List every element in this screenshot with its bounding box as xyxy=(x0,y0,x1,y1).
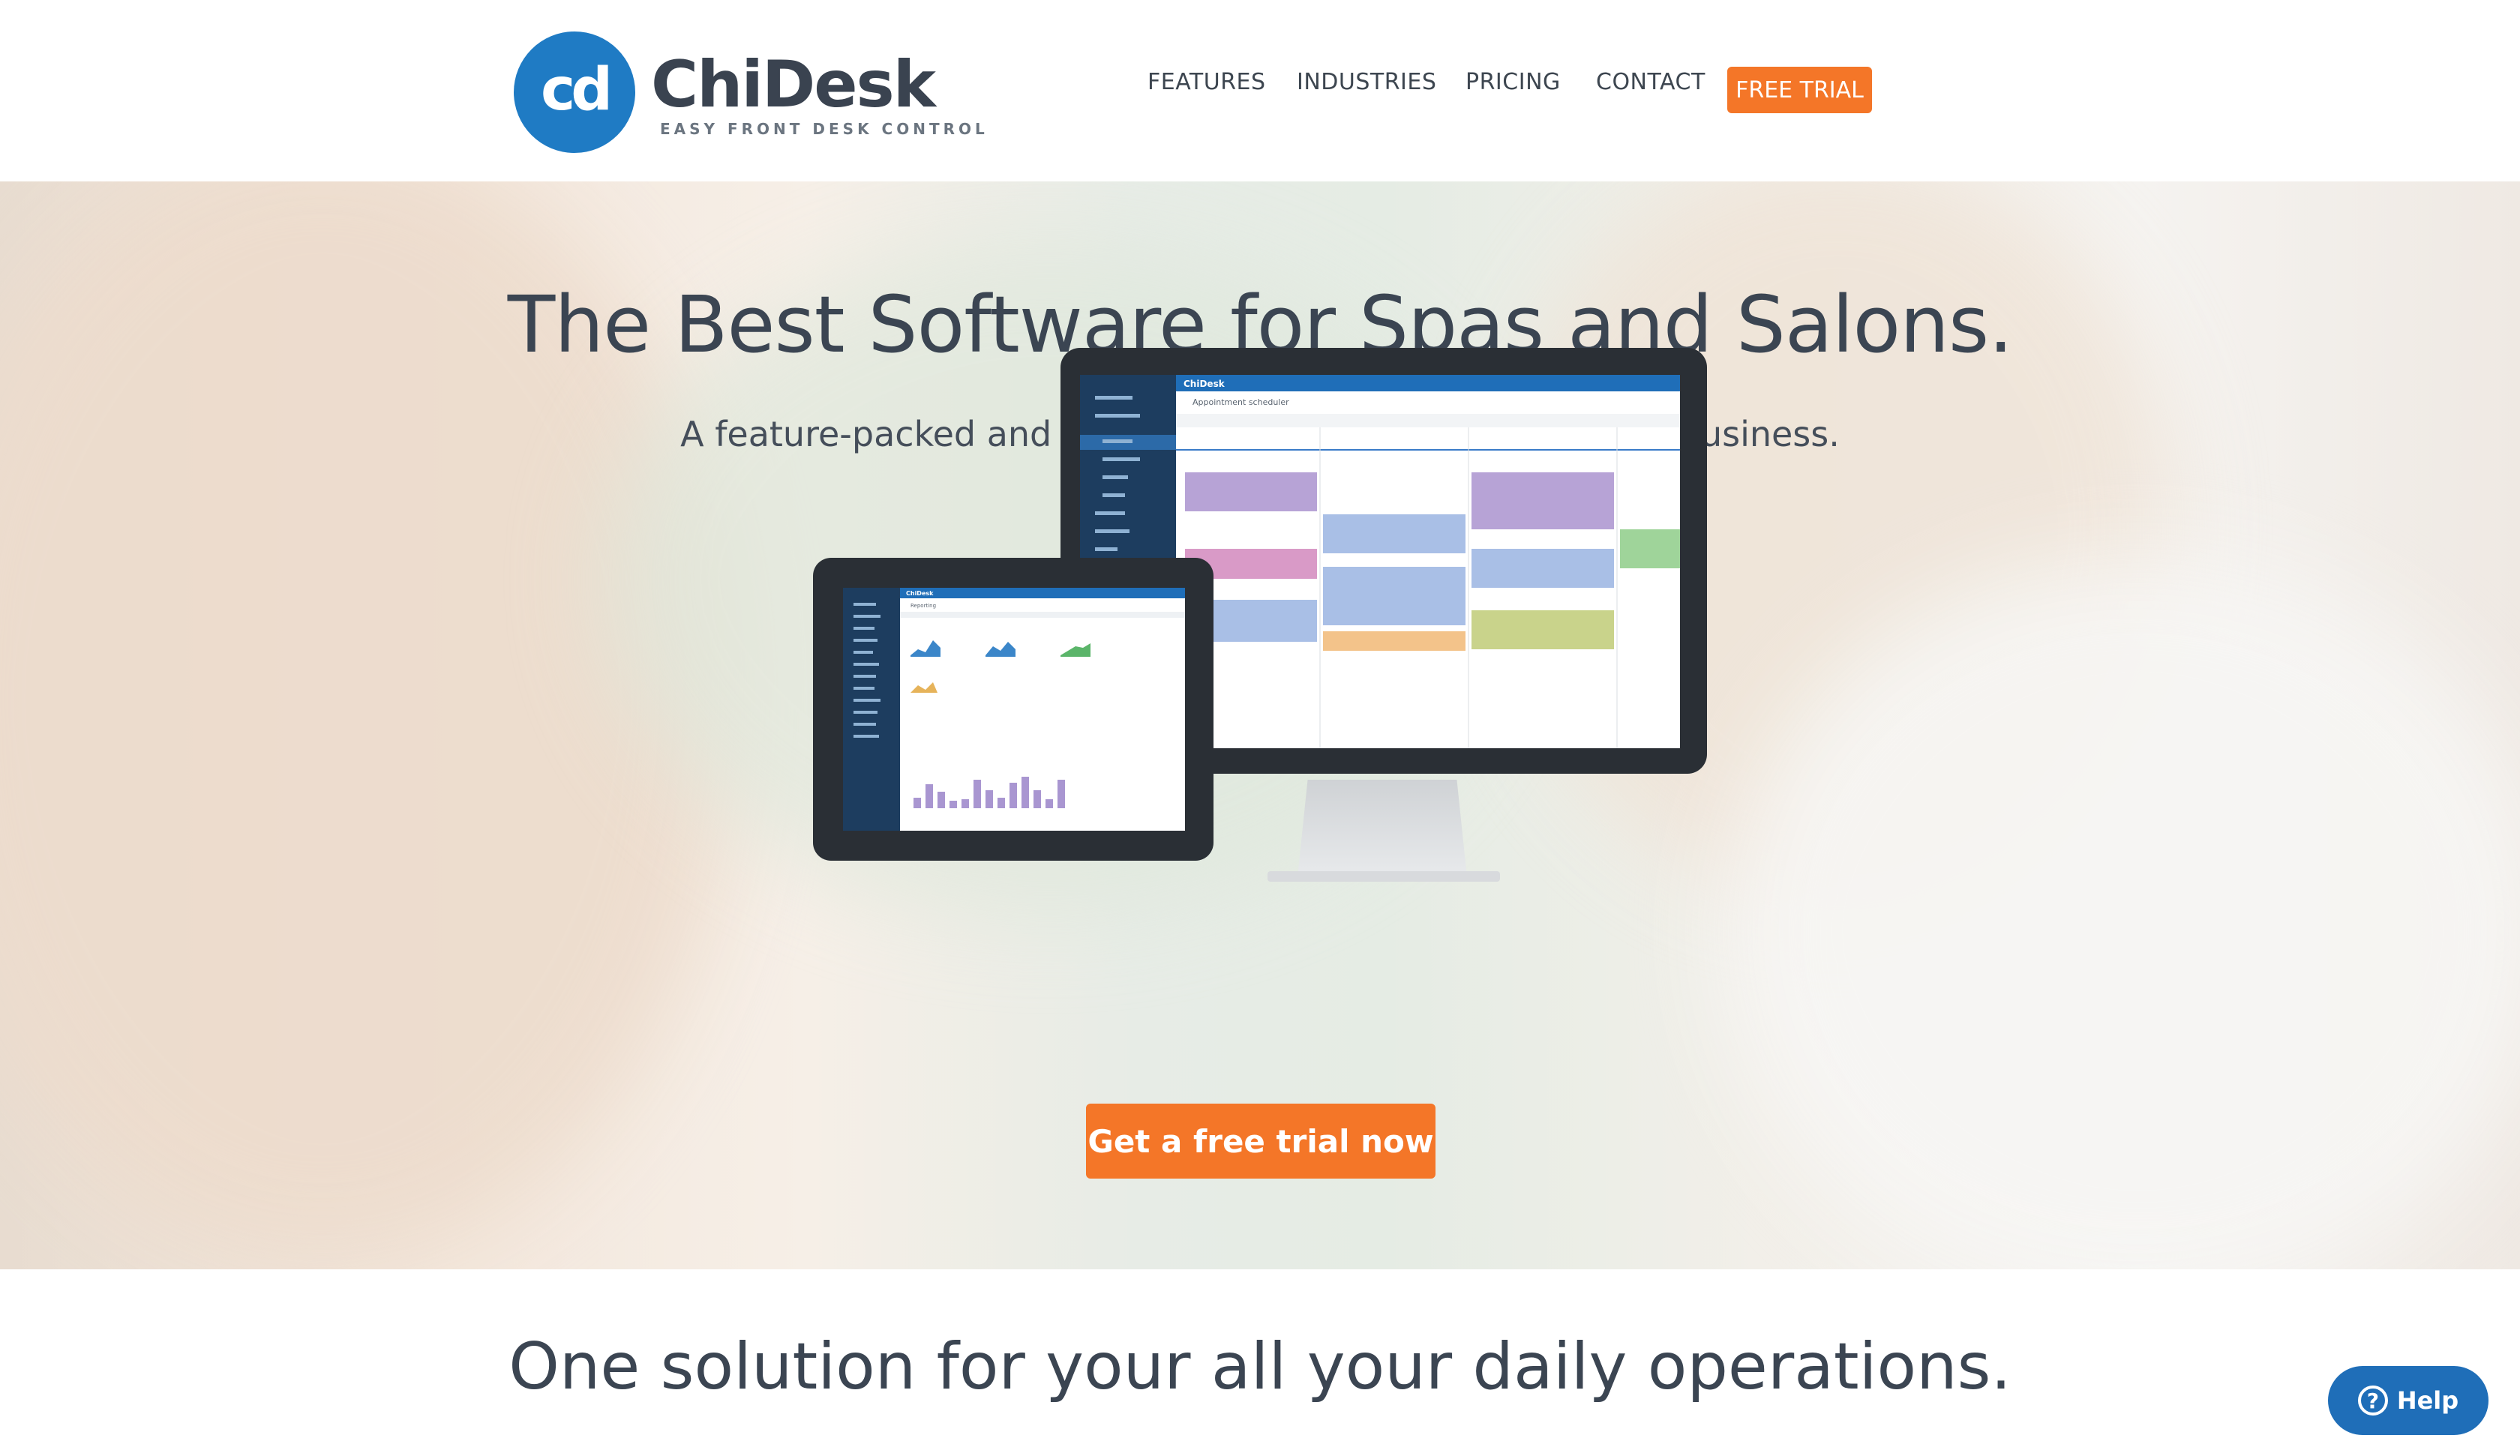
features-section: One solution for your all your daily ope… xyxy=(0,1269,2520,1456)
help-label: Help xyxy=(2396,1386,2459,1415)
nav-contact[interactable]: CONTACT xyxy=(1596,69,1706,95)
nav-industries[interactable]: INDUSTRIES xyxy=(1297,69,1436,95)
question-icon: ? xyxy=(2357,1386,2388,1416)
tablet-app-title: ChiDesk xyxy=(906,590,934,597)
nav-features[interactable]: FEATURES xyxy=(1148,69,1266,95)
tablet-screenshot: ChiDesk Reporting xyxy=(843,588,1185,831)
monitor-app-title: ChiDesk xyxy=(1184,379,1226,389)
free-trial-button[interactable]: FREE TRIAL xyxy=(1727,67,1872,113)
reporting-screenshot-svg: ChiDesk Reporting xyxy=(843,588,1185,831)
tablet-view-title: Reporting xyxy=(910,603,936,609)
get-free-trial-button[interactable]: Get a free trial now xyxy=(1086,1104,1436,1179)
brand-tagline: EASY FRONT DESK CONTROL xyxy=(660,120,988,138)
monitor-base xyxy=(1268,871,1500,882)
help-button[interactable]: ? Help xyxy=(2328,1366,2488,1435)
logo-mark: cd xyxy=(540,56,613,124)
nav-pricing[interactable]: PRICING xyxy=(1466,69,1561,95)
chidesk-logo-icon[interactable]: cd xyxy=(514,31,635,153)
monitor-stand xyxy=(1298,780,1467,877)
section-title: One solution for your all your daily ope… xyxy=(508,1329,2012,1404)
site-header: cd ChiDesk EASY FRONT DESK CONTROL FEATU… xyxy=(0,0,2520,181)
brand-name[interactable]: ChiDesk xyxy=(651,52,936,117)
monitor-view-title: Appointment scheduler xyxy=(1192,397,1289,407)
